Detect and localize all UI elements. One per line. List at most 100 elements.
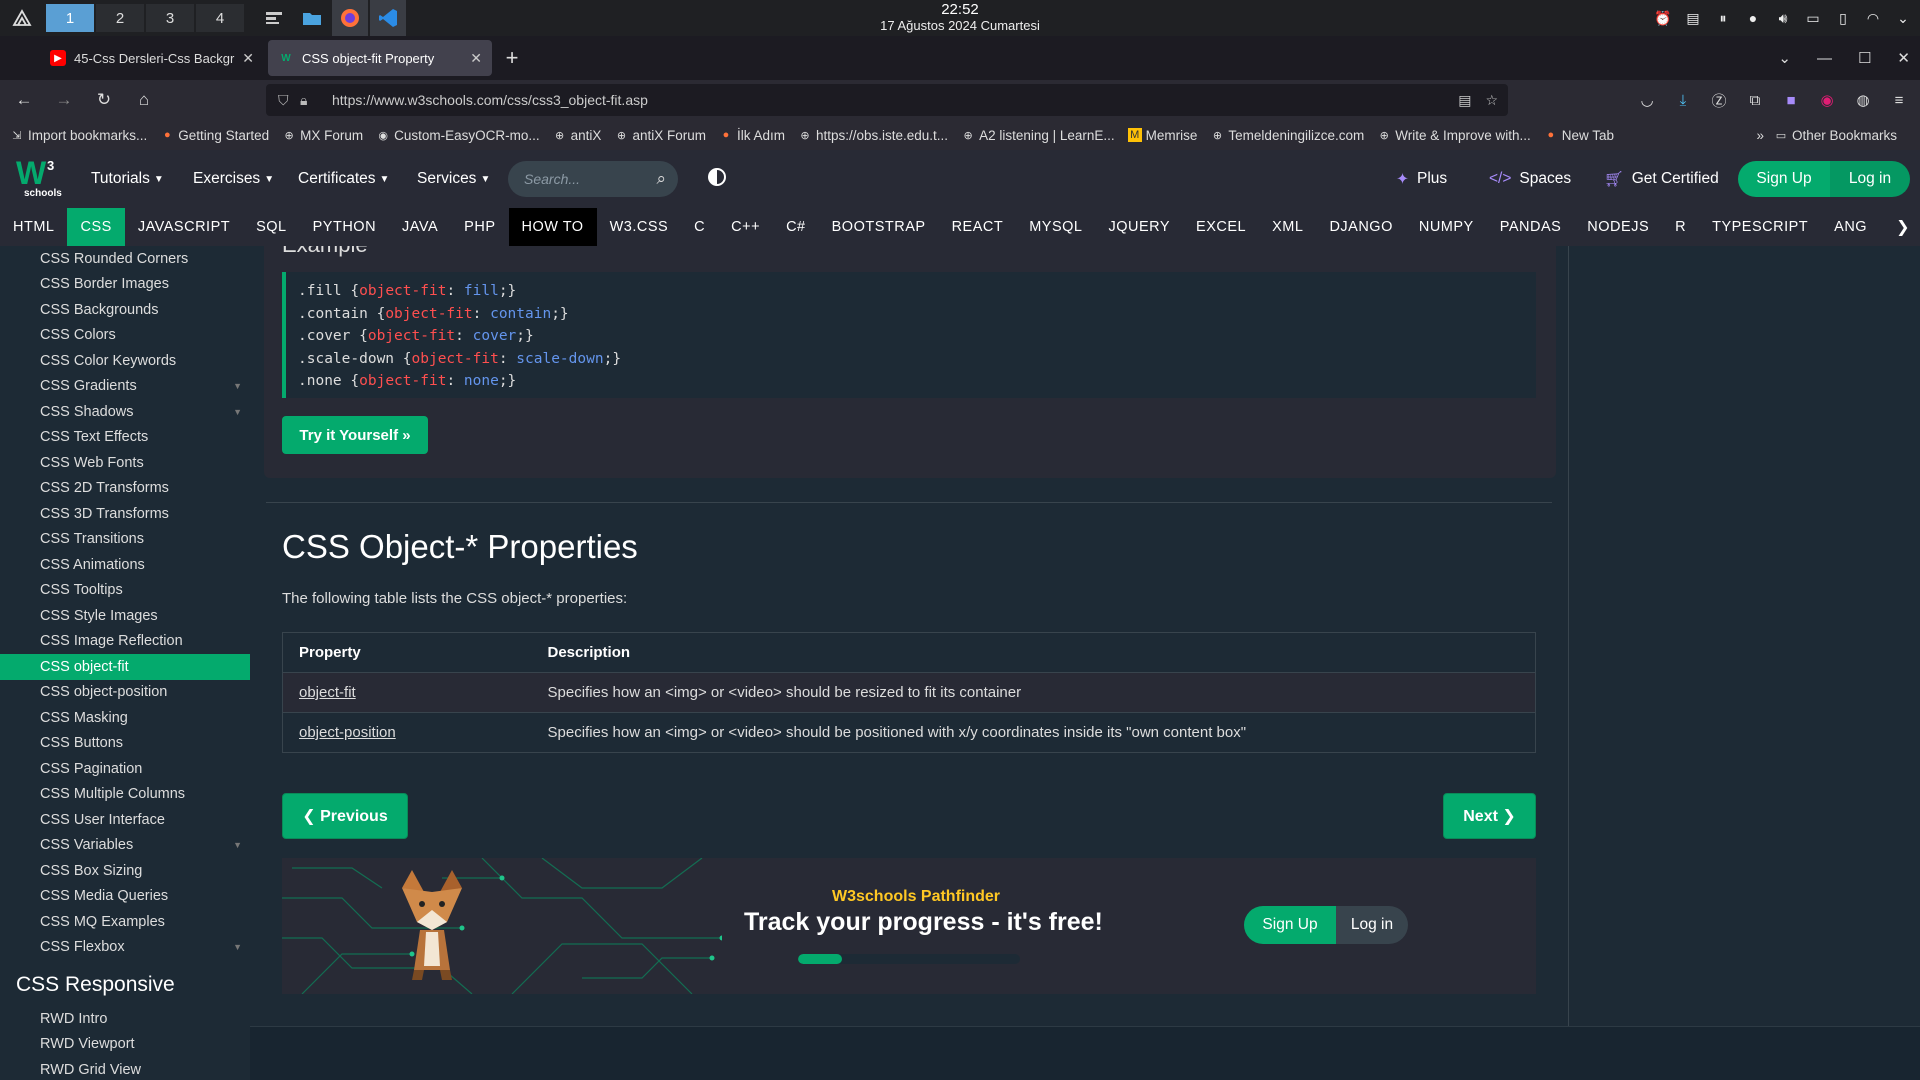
sidebar-item-colors[interactable]: CSS Colors (0, 323, 250, 349)
volume-icon[interactable]: 🔊︎ (1774, 9, 1792, 27)
battery-icon[interactable]: ▭ (1804, 9, 1822, 27)
sidebar-item-variables[interactable]: CSS Variables ▼ (0, 833, 250, 859)
bookmark-item[interactable]: ◉ Custom-EasyOCR-mo... (376, 128, 539, 143)
sidebar-item-rwd-viewport[interactable]: RWD Viewport (0, 1032, 250, 1058)
topic-xml[interactable]: XML (1259, 208, 1316, 246)
notes-icon[interactable]: ▯ (1834, 9, 1852, 27)
list-tabs-icon[interactable]: ⌄ (1778, 49, 1791, 67)
url-bar[interactable]: ⛉ 🔒︎ https://www.w3schools.com/css/css3_… (266, 84, 1508, 116)
sidebar-item-rwd-intro[interactable]: RWD Intro (0, 1006, 250, 1032)
topic-excel[interactable]: EXCEL (1183, 208, 1259, 246)
sidebar-item-masking[interactable]: CSS Masking (0, 705, 250, 731)
sidebar-item-image-reflection[interactable]: CSS Image Reflection (0, 629, 250, 655)
lightbulb-icon[interactable]: ● (1744, 9, 1762, 27)
extension-record-icon[interactable]: ◉ (1816, 89, 1838, 111)
workspace-3[interactable]: 3 (146, 4, 194, 32)
url-text[interactable]: https://www.w3schools.com/css/css3_objec… (332, 92, 648, 108)
sidebar-item-color-keywords[interactable]: CSS Color Keywords (0, 348, 250, 374)
topic-howto[interactable]: HOW TO (508, 208, 597, 246)
bookmark-item[interactable]: ⇲ Import bookmarks... (10, 128, 147, 143)
sidebar-item-web-fonts[interactable]: CSS Web Fonts (0, 450, 250, 476)
sidebar-item-3d-transforms[interactable]: CSS 3D Transforms (0, 501, 250, 527)
wifi-icon[interactable]: ◠ (1864, 9, 1882, 27)
bookmark-item[interactable]: ⊕ A2 listening | LearnE... (961, 128, 1114, 143)
vscode-icon[interactable] (370, 0, 406, 36)
object-position-link[interactable]: object-position (299, 724, 396, 741)
signup-button[interactable]: Sign Up (1738, 161, 1830, 197)
workspace-4[interactable]: 4 (196, 4, 244, 32)
download-icon[interactable]: ⤓ (1672, 89, 1694, 111)
topic-r[interactable]: R (1662, 208, 1699, 246)
sidebar-item-multiple-columns[interactable]: CSS Multiple Columns (0, 782, 250, 808)
login-button[interactable]: Log in (1830, 161, 1910, 197)
w3schools-logo[interactable]: W 3 schools (16, 157, 62, 200)
firefox-icon[interactable] (332, 0, 368, 36)
home-icon[interactable]: ⌂ (128, 84, 160, 116)
bookmark-item[interactable]: ⊕ https://obs.iste.edu.t... (798, 128, 948, 143)
tab-object-fit[interactable]: W CSS object-fit Property ✕ (268, 40, 492, 76)
workspace-2[interactable]: 2 (96, 4, 144, 32)
menu-tutorials[interactable]: Tutorials ▼ (91, 150, 164, 208)
chevron-down-icon[interactable]: ⌄ (1894, 9, 1912, 27)
sidebar-item-backgrounds[interactable]: CSS Backgrounds (0, 297, 250, 323)
window-close-icon[interactable]: ✕ (1897, 49, 1910, 67)
topic-cpp[interactable]: C++ (718, 208, 773, 246)
topic-pandas[interactable]: PANDAS (1487, 208, 1575, 246)
sidebar-item-shadows[interactable]: CSS Shadows ▼ (0, 399, 250, 425)
topic-python[interactable]: PYTHON (300, 208, 389, 246)
menu-exercises[interactable]: Exercises ▼ (193, 150, 274, 208)
close-icon[interactable]: ✕ (470, 50, 482, 67)
topic-javascript[interactable]: JAVASCRIPT (125, 208, 243, 246)
sidebar-item-text-effects[interactable]: CSS Text Effects (0, 425, 250, 451)
sidebar-item-object-position[interactable]: CSS object-position (0, 680, 250, 706)
topic-react[interactable]: REACT (939, 208, 1017, 246)
reader-view-icon[interactable]: ▤ (1458, 92, 1471, 109)
sidebar-item-animations[interactable]: CSS Animations (0, 552, 250, 578)
topic-csharp[interactable]: C# (773, 208, 819, 246)
sidebar-item-pagination[interactable]: CSS Pagination (0, 756, 250, 782)
alarm-icon[interactable]: ⏰ (1654, 9, 1672, 27)
sidebar-item-rwd-grid-view[interactable]: RWD Grid View (0, 1057, 250, 1080)
clipboard-icon[interactable]: ▤ (1684, 9, 1702, 27)
minimize-icon[interactable]: — (1817, 50, 1832, 67)
chevron-right-icon[interactable]: ❯ (1890, 217, 1910, 237)
caret-down-icon[interactable]: ▼ (233, 942, 242, 952)
pocket-icon[interactable]: ◡ (1636, 89, 1658, 111)
bookmark-item[interactable]: ⊕ Write & Improve with... (1377, 128, 1531, 143)
new-tab-button[interactable]: + (496, 45, 528, 71)
topic-sql[interactable]: SQL (243, 208, 300, 246)
reload-icon[interactable]: ↻ (88, 84, 120, 116)
workspace-1[interactable]: 1 (46, 4, 94, 32)
topic-java[interactable]: JAVA (389, 208, 451, 246)
topic-nodejs[interactable]: NODEJS (1574, 208, 1662, 246)
topic-php[interactable]: PHP (451, 208, 508, 246)
back-icon[interactable]: ← (8, 84, 40, 116)
other-bookmarks[interactable]: ▭ Other Bookmarks (1774, 128, 1897, 143)
sidebar-item-style-images[interactable]: CSS Style Images (0, 603, 250, 629)
maximize-icon[interactable]: ☐ (1858, 49, 1871, 67)
topic-w3css[interactable]: W3.CSS (597, 208, 682, 246)
close-icon[interactable]: ✕ (242, 50, 254, 67)
sidebar-item-object-fit[interactable]: CSS object-fit (0, 654, 250, 680)
topic-bootstrap[interactable]: BOOTSTRAP (819, 208, 939, 246)
sidebar-item-buttons[interactable]: CSS Buttons (0, 731, 250, 757)
plus-link[interactable]: ✦ Plus (1396, 150, 1447, 208)
topic-c[interactable]: C (681, 208, 718, 246)
shield-icon[interactable]: ⛉ (278, 92, 300, 109)
search-input[interactable]: Search... ⌕ (508, 161, 678, 197)
tab-youtube[interactable]: ▶ 45-Css Dersleri-Css Backgr ✕ (40, 40, 264, 76)
lock-icon[interactable]: 🔒︎ (300, 92, 322, 109)
pathfinder-login-button[interactable]: Log in (1336, 906, 1408, 944)
sidebar-item-tooltips[interactable]: CSS Tooltips (0, 578, 250, 604)
bookmark-item[interactable]: ⊕ antiX (553, 128, 601, 143)
hamburger-menu-icon[interactable]: ≡ (1888, 89, 1910, 111)
topic-html[interactable]: HTML (0, 208, 67, 246)
bookmark-item[interactable]: M Memrise (1127, 128, 1197, 143)
chevron-double-right-icon[interactable]: » (1756, 128, 1764, 143)
object-fit-link[interactable]: object-fit (299, 684, 356, 701)
previous-button[interactable]: ❮ Previous (282, 793, 408, 839)
topic-django[interactable]: DJANGO (1316, 208, 1405, 246)
bookmark-item[interactable]: ⊕ Temeldeningilizce.com (1210, 128, 1364, 143)
try-it-yourself-button[interactable]: Try it Yourself » (282, 416, 428, 454)
topic-jquery[interactable]: JQUERY (1095, 208, 1183, 246)
